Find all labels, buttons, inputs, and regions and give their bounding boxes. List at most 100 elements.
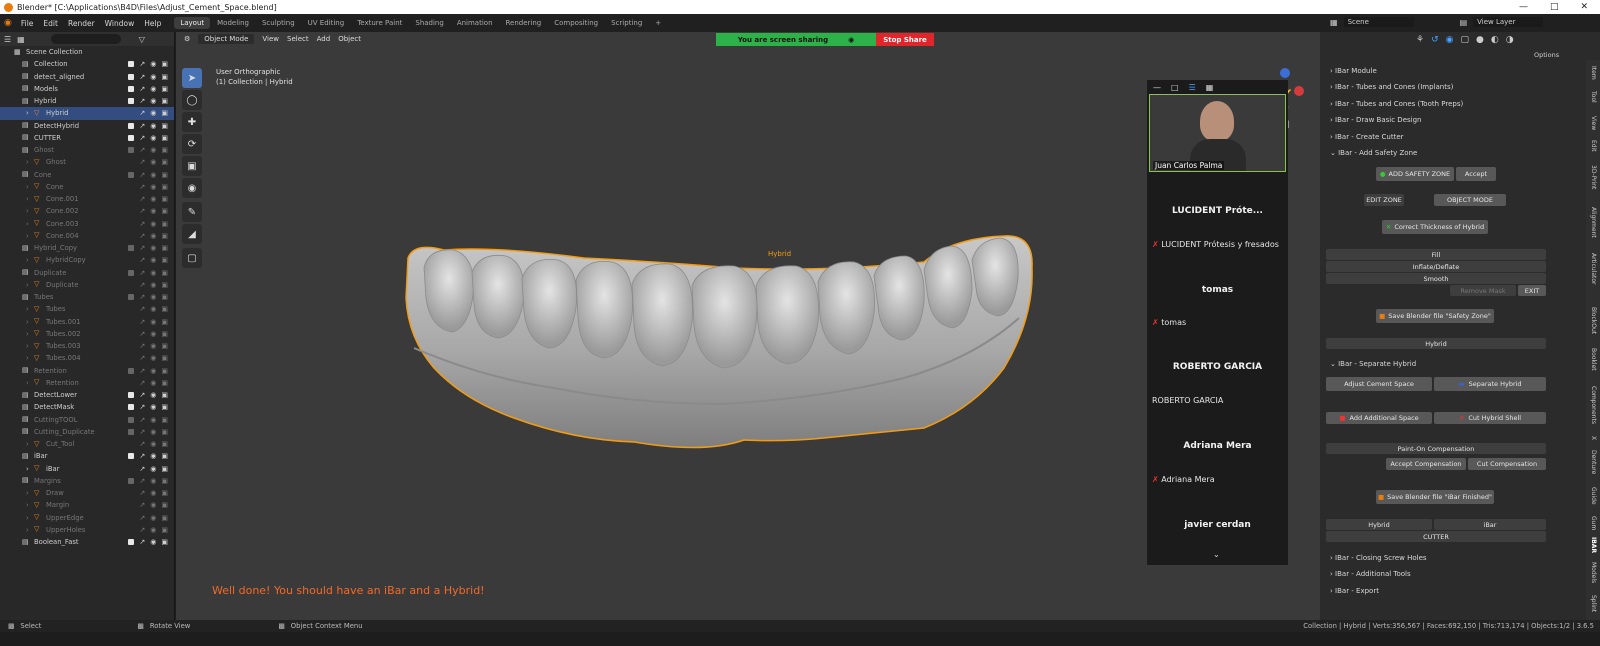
render-icon[interactable]: ▣ (161, 526, 168, 534)
outliner-row[interactable]: › ▽ Cone.002 ↗ ◉ ▣ (0, 205, 174, 217)
sidebar-tab[interactable]: BlockOut (1590, 307, 1597, 334)
eye-icon[interactable]: ◉ (150, 452, 156, 460)
render-icon[interactable]: ▣ (161, 232, 168, 240)
selectable-icon[interactable]: ↗ (139, 391, 145, 399)
tab-texture-paint[interactable]: Texture Paint (351, 17, 408, 29)
eye-icon[interactable]: ◉ (150, 146, 156, 154)
exclude-checkbox[interactable] (128, 147, 135, 154)
selectable-icon[interactable]: ↗ (139, 293, 145, 301)
tab-compositing[interactable]: Compositing (548, 17, 604, 29)
render-icon[interactable]: ▣ (161, 244, 168, 252)
remove-mask-button[interactable]: Remove Mask (1450, 285, 1516, 296)
outliner-row[interactable]: ▤ Collection ↗ ◉ ▣ (0, 58, 174, 70)
menu-edit[interactable]: Edit (38, 19, 63, 28)
blender-menu-icon[interactable]: ◉ (0, 18, 16, 28)
panel-export[interactable]: › IBar - Export (1330, 587, 1379, 595)
selectable-icon[interactable]: ↗ (139, 232, 145, 240)
render-icon[interactable]: ▣ (161, 416, 168, 424)
eye-icon[interactable]: ◉ (150, 330, 156, 338)
selectable-icon[interactable]: ↗ (139, 73, 145, 81)
sidebar-tab[interactable]: Item (1590, 66, 1597, 80)
outliner-row[interactable]: ▤ Tubes ↗ ◉ ▣ (0, 291, 174, 303)
render-icon[interactable]: ▣ (161, 538, 168, 546)
outliner-row[interactable]: › ▽ Cut_Tool ↗ ◉ ▣ (0, 438, 174, 450)
menu-render[interactable]: Render (63, 19, 100, 28)
correct-thickness-button[interactable]: ✕ Correct Thickness of Hybrid (1382, 220, 1488, 234)
eye-icon[interactable]: ◉ (150, 391, 156, 399)
outliner-row[interactable]: ▤ iBar ↗ ◉ ▣ (0, 450, 174, 462)
render-icon[interactable]: ▣ (161, 379, 168, 387)
sidebar-tab[interactable]: View (1590, 116, 1597, 130)
selectable-icon[interactable]: ↗ (139, 269, 145, 277)
eye-icon[interactable]: ◉ (150, 158, 156, 166)
rotate-tool-icon[interactable]: ⟳ (182, 134, 202, 154)
expand-icon[interactable]: › (26, 109, 34, 117)
render-icon[interactable]: ▣ (161, 146, 168, 154)
outliner-row[interactable]: › ▽ Margin ↗ ◉ ▣ (0, 499, 174, 511)
outliner-row[interactable]: › ▽ Tubes ↗ ◉ ▣ (0, 303, 174, 315)
selectable-icon[interactable]: ↗ (139, 134, 145, 142)
sidebar-tab[interactable]: Denture (1590, 450, 1597, 474)
selectable-icon[interactable]: ↗ (139, 514, 145, 522)
eye-icon[interactable]: ◉ (150, 318, 156, 326)
selectable-icon[interactable]: ↗ (139, 305, 145, 313)
selectable-icon[interactable]: ↗ (139, 538, 145, 546)
eye-icon[interactable]: ◉ (150, 514, 156, 522)
selectable-icon[interactable]: ↗ (139, 428, 145, 436)
selectable-icon[interactable]: ↗ (139, 501, 145, 509)
outliner-row[interactable]: ▤ CuttingTOOL ↗ ◉ ▣ (0, 414, 174, 426)
fill-button[interactable]: Fill (1326, 249, 1546, 260)
expand-icon[interactable]: › (26, 256, 34, 264)
menu-object[interactable]: Object (338, 35, 361, 43)
outliner-row[interactable]: › ▽ iBar ↗ ◉ ▣ (0, 463, 174, 475)
eye-icon[interactable]: ◉ (150, 97, 156, 105)
eye-icon[interactable]: ◉ (150, 183, 156, 191)
exclude-checkbox[interactable] (128, 269, 135, 276)
expand-icon[interactable]: › (26, 281, 34, 289)
render-icon[interactable]: ▣ (161, 97, 168, 105)
panel-draw-basic[interactable]: › IBar - Draw Basic Design (1330, 116, 1421, 124)
editor-type-icon[interactable]: ⚙ (184, 35, 190, 43)
selectable-icon[interactable]: ↗ (139, 354, 145, 362)
eye-icon[interactable]: ◉ (150, 281, 156, 289)
edit-zone-button[interactable]: EDIT ZONE (1364, 194, 1404, 206)
render-icon[interactable]: ▣ (161, 440, 168, 448)
save-ibar-finished-button[interactable]: ■ Save Blender file "iBar Finished" (1376, 490, 1494, 504)
eye-icon[interactable]: ◉ (150, 379, 156, 387)
panel-ibar-module[interactable]: › IBar Module (1330, 67, 1377, 75)
outliner-row[interactable]: ▤ DetectMask ↗ ◉ ▣ (0, 401, 174, 413)
snap-icon[interactable]: ↺ (1431, 35, 1439, 45)
outliner-row[interactable]: › ▽ Retention ↗ ◉ ▣ (0, 377, 174, 389)
gallery-view-icon[interactable]: ▦ (1206, 83, 1214, 92)
cutter-toggle-button[interactable]: CUTTER (1326, 531, 1546, 542)
exclude-checkbox[interactable] (128, 85, 135, 92)
transform-tool-icon[interactable]: ◉ (182, 178, 202, 198)
transform-icon[interactable]: ⚘ (1416, 35, 1424, 45)
ibar-toggle-button[interactable]: iBar (1434, 519, 1546, 530)
add-additional-space-button[interactable]: ■ Add Additional Space (1326, 412, 1432, 424)
exclude-checkbox[interactable] (128, 294, 135, 301)
minimize-icon[interactable]: — (1519, 2, 1528, 12)
outliner-row[interactable]: › ▽ Cone.004 ↗ ◉ ▣ (0, 230, 174, 242)
selectable-icon[interactable]: ↗ (139, 60, 145, 68)
outliner-row[interactable]: ▤ Hybrid_Copy ↗ ◉ ▣ (0, 242, 174, 254)
eye-icon[interactable]: ◉ (150, 354, 156, 362)
select-tool-icon[interactable]: ➤ (182, 68, 202, 88)
object-mode-button[interactable]: OBJECT MODE (1434, 194, 1506, 206)
expand-icon[interactable]: › (26, 158, 34, 166)
menu-select[interactable]: Select (287, 35, 309, 43)
shading-material-icon[interactable]: ◐ (1491, 35, 1499, 45)
tab-sculpting[interactable]: Sculpting (256, 17, 301, 29)
selectable-icon[interactable]: ↗ (139, 477, 145, 485)
menu-view[interactable]: View (262, 35, 279, 43)
presenter-video[interactable]: Juan Carlos Palma (1149, 94, 1286, 172)
sidebar-tab[interactable]: Alignment (1590, 207, 1597, 238)
render-icon[interactable]: ▣ (161, 367, 168, 375)
sidebar-tab[interactable]: 3D-Print (1590, 165, 1597, 189)
selectable-icon[interactable]: ↗ (139, 146, 145, 154)
render-icon[interactable]: ▣ (161, 305, 168, 313)
expand-icon[interactable]: › (26, 342, 34, 350)
expand-icon[interactable]: › (26, 207, 34, 215)
scale-tool-icon[interactable]: ▣ (182, 156, 202, 176)
expand-icon[interactable]: › (26, 330, 34, 338)
